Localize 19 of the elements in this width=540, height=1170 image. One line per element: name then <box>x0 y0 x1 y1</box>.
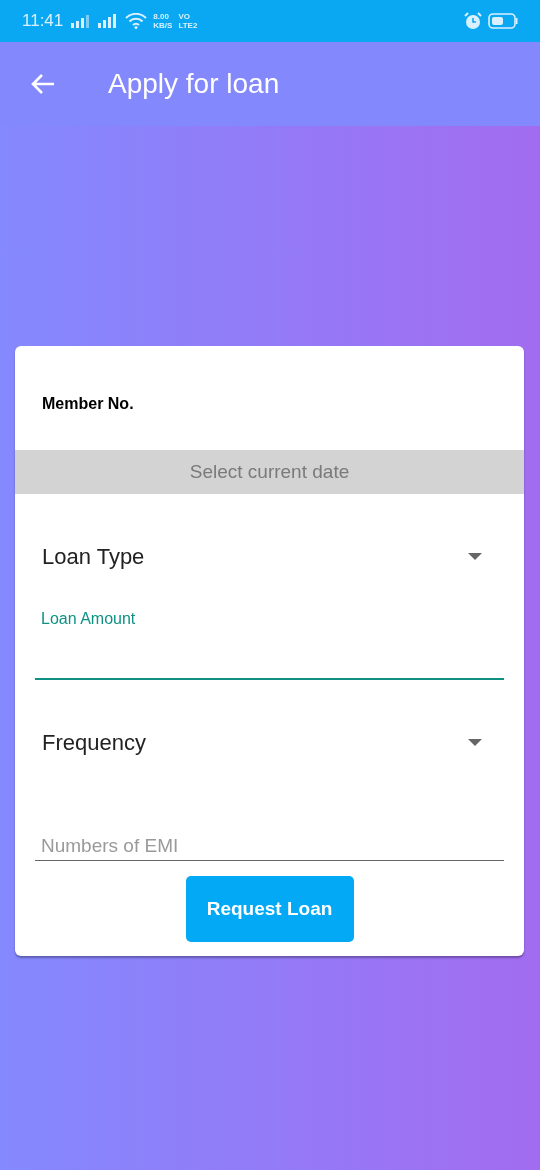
dropdown-label: Loan Type <box>42 544 145 570</box>
volte-label: VO <box>178 12 191 21</box>
screen-title: Apply for loan <box>108 68 280 100</box>
network-speed: 8.00 <box>153 12 170 21</box>
member-number-label: Member No. <box>41 394 135 414</box>
dropdown-caret-icon <box>468 553 482 561</box>
status-time: 11:41 <box>22 11 64 31</box>
dropdown[interactable]: Loan Type <box>35 494 504 590</box>
battery-icon <box>488 13 518 29</box>
network-type: LTE2 <box>178 21 198 30</box>
dropdown-caret-icon <box>468 739 482 747</box>
back-arrow-icon <box>30 73 56 95</box>
dropdown[interactable]: Frequency <box>35 680 504 776</box>
input-field[interactable]: Numbers of EMI <box>35 834 504 861</box>
wifi-icon <box>125 13 148 29</box>
field-label: Loan Amount <box>40 610 137 628</box>
speed-unit: KB/S <box>153 21 173 30</box>
dropdown-label: Frequency <box>42 730 146 756</box>
alarm-icon <box>464 12 482 30</box>
